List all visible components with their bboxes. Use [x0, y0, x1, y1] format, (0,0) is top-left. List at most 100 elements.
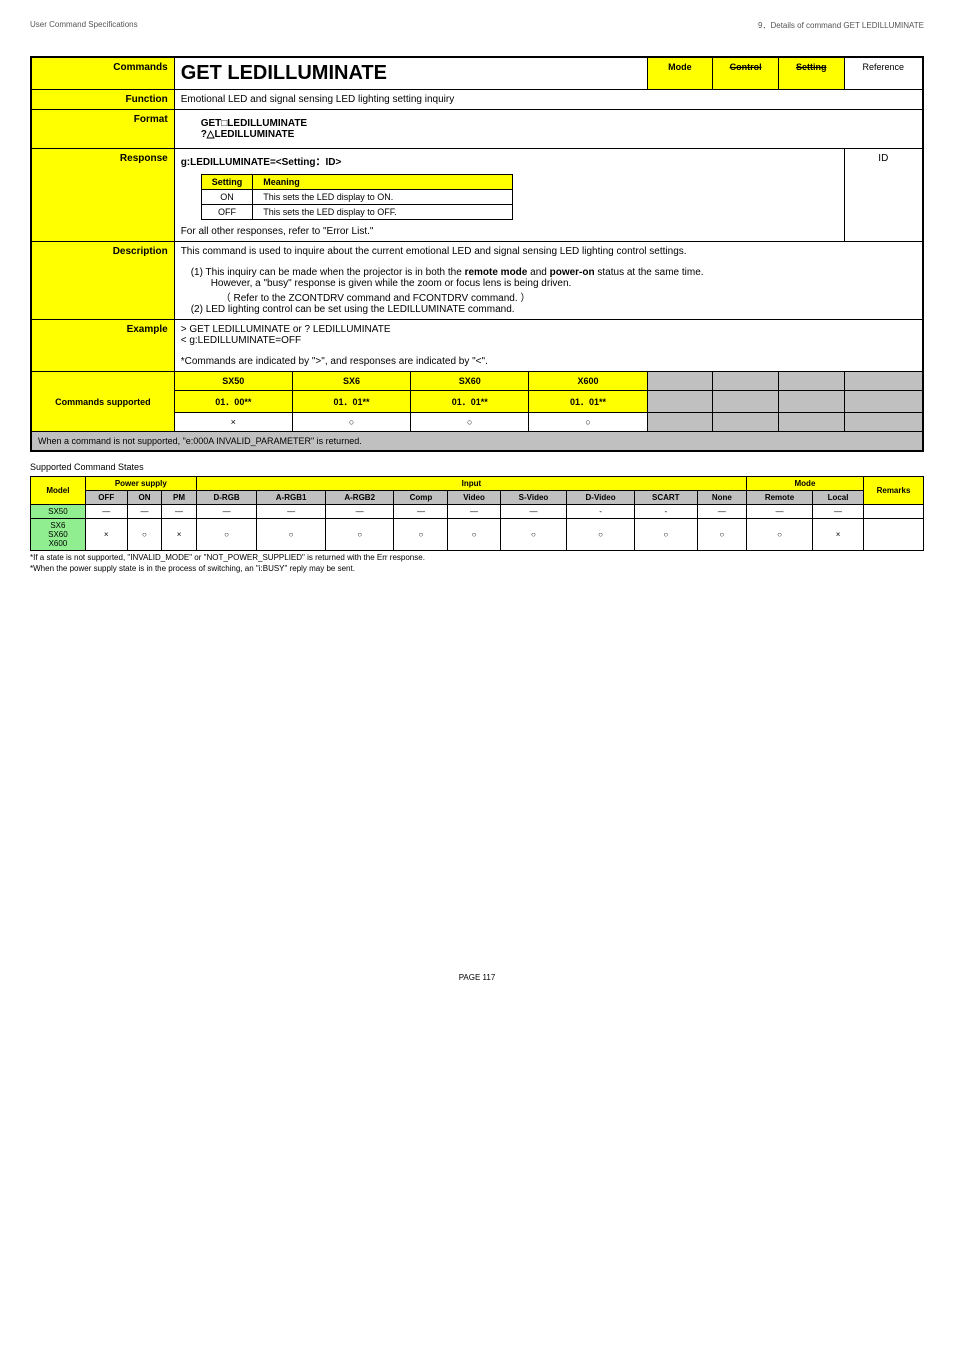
supported-note: When a command is not supported, "e:000A… — [31, 432, 923, 452]
label-commands: Commands — [31, 57, 174, 90]
st-scart: SCART — [634, 491, 697, 505]
function-text: Emotional LED and signal sensing LED lig… — [174, 90, 923, 110]
st-none: None — [697, 491, 746, 505]
st-off: OFF — [85, 491, 127, 505]
meaning-off: This sets the LED display to OFF. — [253, 205, 513, 220]
st-r0-c3: ― — [196, 505, 256, 519]
example-body: > GET LEDILLUMINATE or ? LEDILLUMINATE <… — [174, 320, 923, 372]
id-label: ID — [844, 149, 923, 242]
st-model-head: Model — [31, 477, 86, 505]
st-r1-c10: ○ — [634, 519, 697, 551]
states-footnote-2: *When the power supply state is in the p… — [30, 564, 924, 573]
sup-spacer-3 — [778, 372, 844, 391]
st-r1-c13: × — [813, 519, 864, 551]
setting-label: Setting — [778, 57, 844, 90]
st-svideo: S-Video — [500, 491, 567, 505]
response-syntax: g:LEDILLUMINATE=<Setting：ID> — [181, 153, 838, 168]
st-remote: Remote — [746, 491, 812, 505]
states-title: Supported Command States — [30, 462, 924, 472]
st-r0-c9: - — [567, 505, 635, 519]
st-pm: PM — [162, 491, 197, 505]
sup-col-x600: X600 — [529, 372, 647, 391]
desc-p1: (1) This inquiry can be made when the pr… — [181, 267, 916, 278]
setting-on: ON — [201, 190, 253, 205]
sup-spacer-4 — [844, 372, 923, 391]
states-footnote-1: *If a state is not supported, "INVALID_M… — [30, 553, 924, 562]
st-r1-c12: ○ — [746, 519, 812, 551]
label-format: Format — [31, 110, 174, 149]
st-drgb: D-RGB — [196, 491, 256, 505]
st-input-head: Input — [196, 477, 746, 491]
st-dvideo: D-Video — [567, 491, 635, 505]
sup-mark-0: × — [174, 413, 292, 432]
setting-col-header: Setting — [201, 175, 253, 190]
response-setting-table: Setting Meaning ON This sets the LED dis… — [201, 174, 514, 220]
mode-label: Mode — [647, 57, 713, 90]
st-power-head: Power supply — [85, 477, 196, 491]
header-right: 9．Details of command GET LEDILLUMINATE — [758, 20, 924, 31]
response-footer: For all other responses, refer to "Error… — [181, 226, 838, 237]
st-r1-c0: × — [85, 519, 127, 551]
sup-ver-3: 01．01** — [529, 391, 647, 413]
st-comp: Comp — [394, 491, 448, 505]
st-r0-c6: ― — [394, 505, 448, 519]
states-row-sx50: SX50 ― ― ― ― ― ― ― ― ― - - ― ― ― — [31, 505, 924, 519]
setting-off: OFF — [201, 205, 253, 220]
sup-col-sx50: SX50 — [174, 372, 292, 391]
sup-mark-2: ○ — [411, 413, 529, 432]
st-r1-c8: ○ — [500, 519, 567, 551]
format-line-2: ?△LEDILLUMINATE — [201, 129, 896, 140]
meaning-on: This sets the LED display to ON. — [253, 190, 513, 205]
example-l1: > GET LEDILLUMINATE or ? LEDILLUMINATE — [181, 324, 916, 335]
st-r0-c1: ― — [127, 505, 162, 519]
st-r0-c2: ― — [162, 505, 197, 519]
st-r1-c4: ○ — [257, 519, 326, 551]
meaning-col-header: Meaning — [253, 175, 513, 190]
sup-spacer-2 — [713, 372, 779, 391]
st-r0-c0: ― — [85, 505, 127, 519]
command-name: GET LEDILLUMINATE — [181, 62, 387, 84]
st-video: Video — [448, 491, 500, 505]
sup-col-sx60: SX60 — [411, 372, 529, 391]
example-note: *Commands are indicated by ">", and resp… — [181, 356, 916, 367]
st-argb1: A-RGB1 — [257, 491, 326, 505]
sup-ver-2: 01．01** — [411, 391, 529, 413]
st-r1-c5: ○ — [325, 519, 394, 551]
page-number: PAGE 117 — [30, 973, 924, 982]
sup-ver-0: 01．00** — [174, 391, 292, 413]
sup-ver-1: 01．01** — [292, 391, 410, 413]
st-r1-c2: × — [162, 519, 197, 551]
response-body: g:LEDILLUMINATE=<Setting：ID> Setting Mea… — [174, 149, 844, 242]
st-local: Local — [813, 491, 864, 505]
st-r0-remarks — [864, 505, 924, 519]
st-remarks-head: Remarks — [864, 477, 924, 505]
st-r1-c7: ○ — [448, 519, 500, 551]
desc-p1b: However, a "busy" response is given whil… — [181, 278, 916, 289]
sup-mark-1: ○ — [292, 413, 410, 432]
st-r0-c7: ― — [448, 505, 500, 519]
command-title-cell: GET LEDILLUMINATE — [174, 57, 647, 90]
st-r1-model: SX6 SX60 X600 — [31, 519, 86, 551]
reference-label: Reference — [844, 57, 923, 90]
desc-intro: This command is used to inquire about th… — [181, 246, 916, 257]
label-response: Response — [31, 149, 174, 242]
st-on: ON — [127, 491, 162, 505]
label-example: Example — [31, 320, 174, 372]
st-r0-c5: ― — [325, 505, 394, 519]
desc-p1c: （ Refer to the ZCONTDRV command and FCON… — [181, 289, 916, 304]
st-r1-c1: ○ — [127, 519, 162, 551]
st-r0-c4: ― — [257, 505, 326, 519]
label-description: Description — [31, 242, 174, 320]
header-left: User Command Specifications — [30, 20, 138, 31]
example-l2: < g:LEDILLUMINATE=OFF — [181, 335, 916, 346]
st-r0-model: SX50 — [31, 505, 86, 519]
st-r1-remarks — [864, 519, 924, 551]
st-r0-c8: ― — [500, 505, 567, 519]
description-body: This command is used to inquire about th… — [174, 242, 923, 320]
label-commands-supported: Commands supported — [31, 372, 174, 432]
st-r0-c12: ― — [746, 505, 812, 519]
st-r1-c11: ○ — [697, 519, 746, 551]
control-label: Control — [713, 57, 779, 90]
st-r1-c3: ○ — [196, 519, 256, 551]
page-header: User Command Specifications 9．Details of… — [30, 20, 924, 31]
